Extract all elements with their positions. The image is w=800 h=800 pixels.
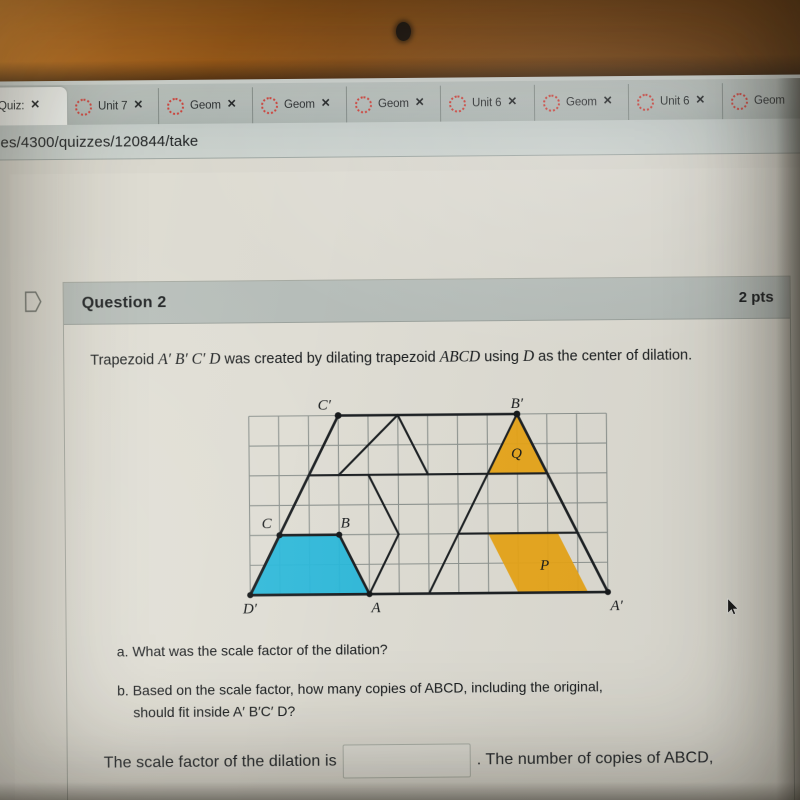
canvas-circle-icon xyxy=(542,94,561,112)
tab-label: Unit 6 xyxy=(659,95,690,108)
browser-tab-7[interactable]: Unit 6 ✕ xyxy=(628,83,724,120)
prompt-seg-2: was created by dilating trapezoid xyxy=(220,349,440,368)
browser-tab-3[interactable]: Geom ✕ xyxy=(252,86,348,124)
question-part-a: a. What was the scale factor of the dila… xyxy=(116,640,388,660)
question-points-badge: 2 pts xyxy=(738,288,774,307)
page-canvas: Question 2 2 pts Trapezoid A′ B′ C′ D wa… xyxy=(0,153,800,800)
screenshot-root: Quiz: ✕ Unit 7 ✕ Geom ✕ Geom ✕ Geom ✕ Un… xyxy=(0,0,800,800)
canvas-circle-icon xyxy=(166,97,185,115)
question-part-b: b. Based on the scale factor, how many c… xyxy=(117,676,737,725)
browser-tab-5[interactable]: Unit 6 ✕ xyxy=(440,84,536,122)
canvas-circle-icon xyxy=(636,93,655,111)
browser-tab-2[interactable]: Geom ✕ xyxy=(158,87,254,125)
label-region-Q: Q xyxy=(511,446,522,462)
page-title: Question 2 xyxy=(81,293,167,312)
webcam-icon xyxy=(396,22,411,41)
browser-tab-0[interactable]: Quiz: ✕ xyxy=(0,86,68,126)
answer-line-1-prefix: The scale factor of the dilation is xyxy=(103,752,337,772)
canvas-circle-icon xyxy=(730,92,749,110)
answer-area: The scale factor of the dilation is . Th… xyxy=(104,741,769,800)
question-card: Question 2 2 pts Trapezoid A′ B′ C′ D wa… xyxy=(62,275,796,800)
close-icon[interactable]: ✕ xyxy=(695,95,705,108)
label-C-prime: C′ xyxy=(318,397,332,413)
browser-tab-8[interactable]: Geom xyxy=(723,82,800,119)
dilation-figure: C′ B′ C B D = D′ A A′ Q P xyxy=(239,390,671,624)
browser-tab-strip: Quiz: ✕ Unit 7 ✕ Geom ✕ Geom ✕ Geom ✕ Un… xyxy=(0,78,800,126)
canvas-circle-icon xyxy=(354,95,373,113)
prompt-seg-0: Trapezoid xyxy=(90,352,159,369)
browser-tab-4[interactable]: Geom ✕ xyxy=(346,85,442,123)
canvas-circle-icon xyxy=(260,96,279,114)
prompt-seg-4: using xyxy=(480,348,523,366)
question-prompt: Trapezoid A′ B′ C′ D was created by dila… xyxy=(90,343,710,373)
part-b-line2: should fit inside A′ B′C′ D? xyxy=(133,703,296,721)
flag-bookmark-icon[interactable] xyxy=(24,291,42,312)
prompt-seg-3: ABCD xyxy=(439,348,481,366)
prompt-seg-6: as the center of dilation. xyxy=(534,347,693,365)
close-icon[interactable]: ✕ xyxy=(133,99,143,112)
tab-label: Geom xyxy=(189,99,221,112)
question-body: Trapezoid A′ B′ C′ D was created by dila… xyxy=(63,318,795,800)
mouse-pointer-icon xyxy=(727,598,739,615)
answer-line-1: The scale factor of the dilation is . Th… xyxy=(104,741,768,781)
tab-label: Geom xyxy=(377,97,409,111)
label-D-equals-D-prime: D = D′ xyxy=(239,601,258,617)
label-region-P: P xyxy=(539,558,549,574)
question-header: Question 2 2 pts xyxy=(63,276,790,325)
prompt-seg-1: A′ B′ C′ D xyxy=(158,350,221,369)
question-parts: a. What was the scale factor of the dila… xyxy=(117,636,768,725)
trapezoid-ABCD-fill xyxy=(250,534,370,595)
browser-tab-1[interactable]: Unit 7 ✕ xyxy=(66,88,160,125)
laptop-screen: Quiz: ✕ Unit 7 ✕ Geom ✕ Geom ✕ Geom ✕ Un… xyxy=(0,74,800,800)
quiz-content-sheet: Question 2 2 pts Trapezoid A′ B′ C′ D wa… xyxy=(9,167,800,800)
label-B: B xyxy=(341,515,350,531)
close-icon[interactable]: ✕ xyxy=(227,99,237,112)
tab-label: Geom xyxy=(565,96,597,109)
label-A: A xyxy=(370,600,381,616)
prompt-seg-5: D xyxy=(522,347,535,365)
tab-label: Unit 6 xyxy=(471,97,502,110)
answer-line-1-suffix: . The number of copies of ABCD, xyxy=(476,749,714,769)
tab-label: Unit 7 xyxy=(97,100,128,113)
tab-label: Quiz: xyxy=(0,100,25,113)
tab-label: Geom xyxy=(283,98,315,112)
canvas-circle-icon xyxy=(74,98,93,116)
browser-tab-6[interactable]: Geom ✕ xyxy=(534,83,630,121)
label-A-prime: A′ xyxy=(609,598,623,614)
url-text[interactable]: urses/4300/quizzes/120844/take xyxy=(0,132,198,151)
canvas-circle-icon xyxy=(448,94,467,113)
tab-label: Geom xyxy=(753,94,785,107)
close-icon[interactable]: ✕ xyxy=(30,99,40,112)
close-icon[interactable]: ✕ xyxy=(321,98,331,111)
close-icon[interactable]: ✕ xyxy=(415,97,425,110)
close-icon[interactable]: ✕ xyxy=(603,95,613,108)
close-icon[interactable]: ✕ xyxy=(507,96,517,109)
part-b-line1: b. Based on the scale factor, how many c… xyxy=(117,678,603,699)
label-C: C xyxy=(262,516,273,532)
label-B-prime: B′ xyxy=(511,396,524,412)
scale-factor-input[interactable] xyxy=(342,743,471,779)
